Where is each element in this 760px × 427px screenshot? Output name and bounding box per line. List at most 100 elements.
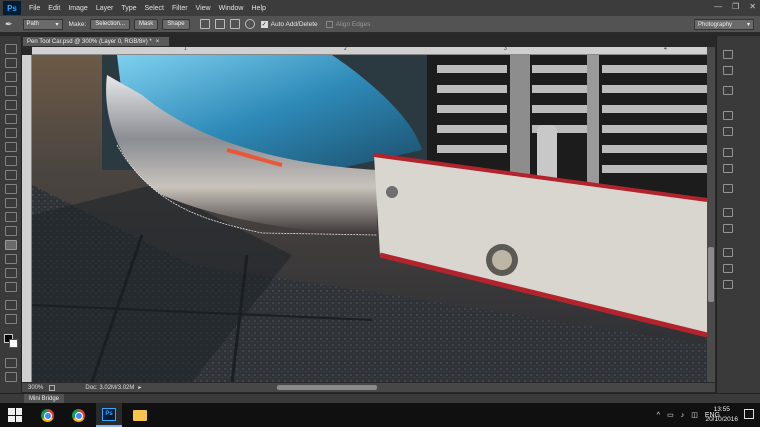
export-icon[interactable] — [49, 384, 56, 391]
zoom-tool-icon[interactable] — [5, 314, 17, 324]
quick-mask-icon[interactable] — [5, 358, 17, 368]
taskbar-chrome-1[interactable] — [34, 403, 60, 427]
volume-icon[interactable]: ♪ — [681, 412, 685, 419]
path-alignment-icon[interactable] — [214, 19, 225, 29]
crop-tool-icon[interactable] — [5, 100, 17, 110]
layers-panel-icon[interactable] — [723, 248, 733, 257]
navigator-panel-icon[interactable] — [723, 111, 733, 120]
screen-mode-icon[interactable] — [5, 372, 17, 382]
vertical-scroll-thumb[interactable] — [708, 247, 714, 302]
path-arrangement-icon[interactable] — [229, 19, 240, 29]
lasso-tool-icon[interactable] — [5, 72, 17, 82]
histogram-panel-icon[interactable] — [723, 86, 733, 95]
restore-icon[interactable]: ❐ — [732, 2, 739, 11]
photoshop-icon: Ps — [102, 407, 116, 421]
marquee-tool-icon[interactable] — [5, 58, 17, 68]
windows-start-icon[interactable] — [8, 408, 22, 422]
hand-tool-icon[interactable] — [5, 300, 17, 310]
workspace-select[interactable]: Photography ▾ — [694, 19, 754, 30]
path-selection-tool-icon[interactable] — [5, 268, 17, 278]
windows-taskbar: Ps — [0, 403, 760, 427]
menu-image[interactable]: Image — [68, 5, 87, 12]
document-info: Doc: 3.02M/3.02M — [85, 384, 135, 391]
properties-panel-icon[interactable] — [723, 184, 733, 193]
eyedropper-tool-icon[interactable] — [5, 114, 17, 124]
auto-add-delete-checkbox[interactable]: ✓ — [260, 20, 268, 28]
menu-help[interactable]: Help — [252, 5, 266, 12]
horizontal-scroll-thumb[interactable] — [277, 385, 377, 390]
shape-tool-icon[interactable] — [5, 282, 17, 292]
close-icon[interactable]: ✕ — [749, 2, 756, 11]
chrome-icon — [40, 408, 54, 422]
menu-window[interactable]: Window — [219, 5, 244, 12]
menu-filter[interactable]: Filter — [172, 5, 188, 12]
paths-panel-icon[interactable] — [723, 280, 733, 289]
quick-select-tool-icon[interactable] — [5, 86, 17, 96]
brush-tool-icon[interactable] — [5, 142, 17, 152]
menu-select[interactable]: Select — [145, 5, 164, 12]
background-color-swatch[interactable] — [9, 339, 18, 348]
paragraph-panel-icon[interactable] — [723, 224, 733, 233]
align-edges-label: Align Edges — [335, 20, 371, 28]
network-icon[interactable]: ◫ — [691, 411, 698, 419]
taskbar-photoshop[interactable]: Ps — [96, 403, 122, 427]
menu-layer[interactable]: Layer — [96, 5, 114, 12]
clone-source-panel-icon[interactable] — [723, 164, 733, 173]
blur-tool-icon[interactable] — [5, 212, 17, 222]
car-bumper-photo — [32, 55, 707, 382]
mini-bridge-panel: Mini Bridge — [0, 393, 760, 403]
brush-panel-icon[interactable] — [723, 148, 733, 157]
type-tool-icon[interactable] — [5, 254, 17, 264]
adjustments-panel-icon[interactable] — [723, 127, 733, 136]
pen-tool-icon[interactable]: ✒ — [5, 19, 13, 29]
clock-time: 13:55 — [713, 406, 730, 413]
path-mode-value: Path — [26, 21, 39, 27]
healing-tool-icon[interactable] — [5, 128, 17, 138]
mini-bridge-tab[interactable]: Mini Bridge — [24, 394, 65, 403]
status-menu-icon[interactable]: ▸ — [138, 384, 141, 391]
shape-button[interactable]: Shape — [162, 18, 190, 30]
path-mode-select[interactable]: Path ▾ — [22, 18, 63, 30]
clone-stamp-tool-icon[interactable] — [5, 156, 17, 166]
pen-tool-icon[interactable] — [5, 240, 17, 250]
close-tab-icon[interactable]: × — [156, 39, 160, 45]
clock[interactable]: 13:55 20/10/2016 — [705, 405, 738, 425]
history-brush-tool-icon[interactable] — [5, 170, 17, 180]
vertical-scrollbar[interactable] — [707, 47, 715, 382]
mask-button[interactable]: Mask — [133, 18, 159, 30]
taskbar-chrome-2[interactable] — [65, 403, 91, 427]
chrome-icon — [71, 408, 85, 422]
ruler-tick: 4 — [664, 46, 667, 52]
gradient-tool-icon[interactable] — [5, 198, 17, 208]
notifications-icon[interactable] — [744, 409, 754, 419]
character-panel-icon[interactable] — [723, 208, 733, 217]
status-bar: 300% Doc: 3.02M/3.02M ▸ — [22, 382, 715, 392]
actions-panel-icon[interactable] — [723, 66, 733, 75]
gear-icon[interactable] — [244, 19, 255, 29]
panel-dock — [716, 36, 760, 393]
battery-icon[interactable]: ▭ — [667, 411, 674, 419]
taskbar-file-explorer[interactable] — [127, 403, 153, 427]
auto-add-delete-label: Auto Add/Delete — [270, 20, 318, 28]
menu-view[interactable]: View — [196, 5, 211, 12]
move-tool-icon[interactable] — [5, 44, 17, 54]
menu-type[interactable]: Type — [121, 5, 136, 12]
menu-file[interactable]: File — [29, 5, 40, 12]
eraser-tool-icon[interactable] — [5, 184, 17, 194]
channels-panel-icon[interactable] — [723, 264, 733, 273]
history-panel-icon[interactable] — [723, 50, 733, 59]
path-operations-icon[interactable] — [199, 19, 210, 29]
workspace-value: Photography — [698, 21, 733, 28]
document-canvas[interactable] — [32, 55, 707, 382]
align-edges-checkbox[interactable] — [325, 20, 333, 28]
document-tab[interactable]: Pen Tool Car.psd @ 300% (Layer 0, RGB/8#… — [22, 36, 170, 47]
zoom-level[interactable]: 300% — [28, 385, 43, 391]
selection-button[interactable]: Selection... — [90, 18, 130, 30]
tools-panel — [0, 36, 22, 398]
chevron-down-icon: ▾ — [746, 22, 750, 28]
menu-edit[interactable]: Edit — [48, 5, 60, 12]
dodge-tool-icon[interactable] — [5, 226, 17, 236]
chevron-up-icon[interactable]: ^ — [657, 412, 660, 419]
minimize-icon[interactable]: — — [714, 2, 722, 11]
ruler-tick: 3 — [504, 46, 507, 52]
